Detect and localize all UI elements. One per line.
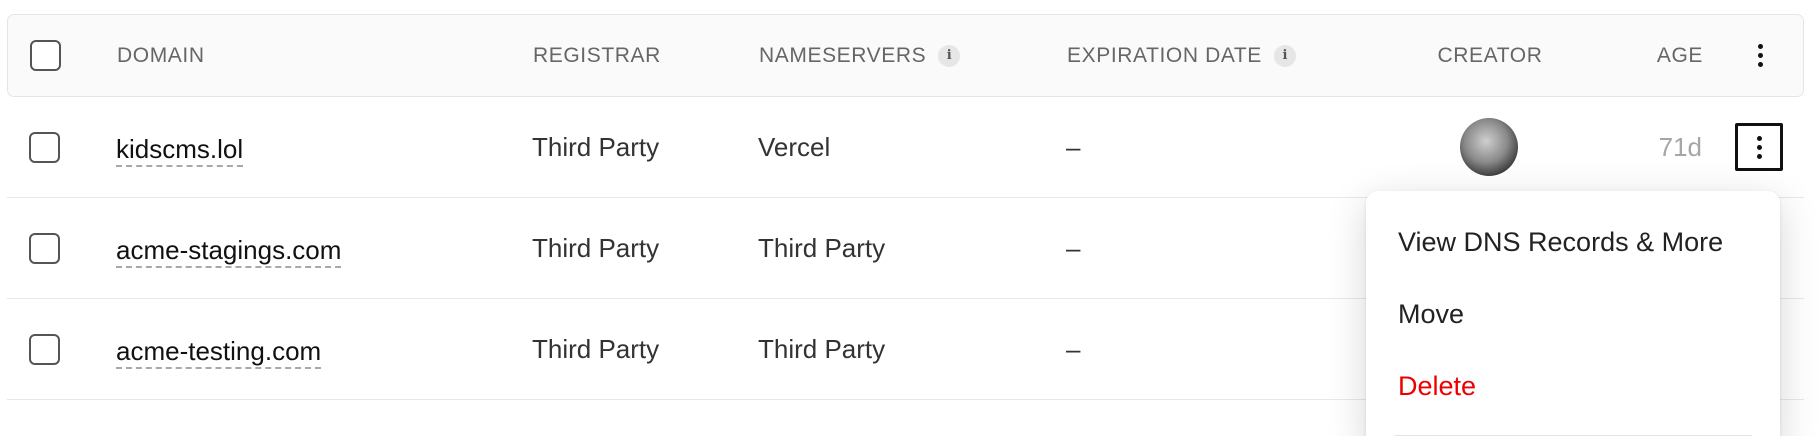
age-column-header: AGE <box>1656 43 1703 67</box>
table-header: DOMAIN REGISTRAR NAMESERVERS i EXPIRATIO… <box>7 14 1804 97</box>
delete-menu-item[interactable]: Delete <box>1398 371 1476 402</box>
bulk-actions-more-icon[interactable] <box>1736 32 1784 80</box>
expiration-value: – <box>1066 333 1081 364</box>
creator-column-header: CREATOR <box>1437 43 1543 67</box>
creator-avatar[interactable] <box>1460 118 1518 176</box>
row-checkbox[interactable] <box>29 232 60 264</box>
row-checkbox[interactable] <box>29 333 60 365</box>
view-dns-records-menu-item[interactable]: View DNS Records & More <box>1398 227 1723 258</box>
expiration-value: – <box>1066 232 1081 263</box>
expiration-column-header: EXPIRATION DATE <box>1067 43 1262 67</box>
nameservers-value: Third Party <box>758 333 886 364</box>
registrar-column-header: REGISTRAR <box>533 43 661 67</box>
registrar-value: Third Party <box>532 333 660 364</box>
row-context-menu: View DNS Records & More Move Delete <box>1366 191 1780 436</box>
nameservers-column-header: NAMESERVERS <box>759 43 927 67</box>
expiration-value: – <box>1066 131 1081 162</box>
table-row: kidscms.lol Third Party Vercel – 71d <box>7 97 1804 198</box>
domain-link[interactable]: acme-stagings.com <box>116 228 342 269</box>
nameservers-value: Vercel <box>758 131 831 162</box>
nameservers-info-icon[interactable]: i <box>938 44 961 67</box>
domain-link[interactable]: acme-testing.com <box>116 329 322 370</box>
expiration-info-icon[interactable]: i <box>1273 44 1296 67</box>
move-menu-item[interactable]: Move <box>1398 299 1464 330</box>
domain-link[interactable]: kidscms.lol <box>116 127 244 168</box>
age-value: 71d <box>1658 131 1702 162</box>
row-checkbox[interactable] <box>29 131 60 163</box>
select-all-checkbox[interactable] <box>30 40 61 71</box>
nameservers-value: Third Party <box>758 232 886 263</box>
row-more-icon[interactable] <box>1735 123 1783 171</box>
registrar-value: Third Party <box>532 232 660 263</box>
domain-column-header: DOMAIN <box>117 43 205 67</box>
registrar-value: Third Party <box>532 131 660 162</box>
